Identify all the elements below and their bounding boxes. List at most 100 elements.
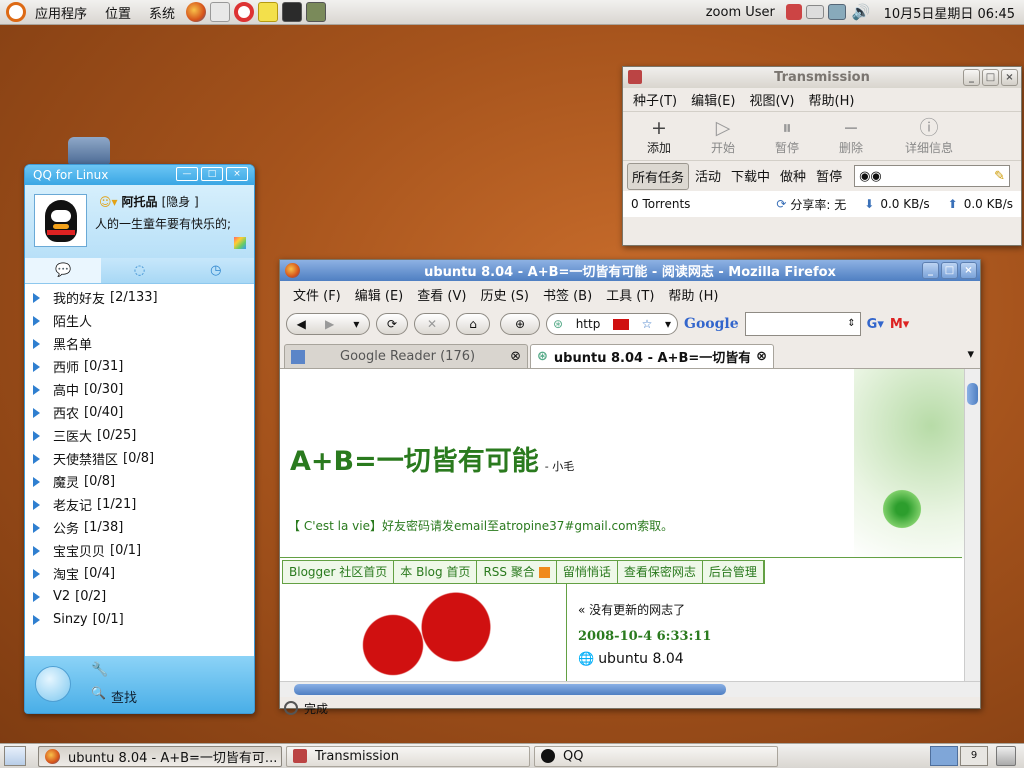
maximize-button[interactable]: □ <box>941 262 958 279</box>
menu-edit[interactable]: 编辑(E) <box>684 90 742 109</box>
ff-menu-6[interactable]: 帮助 (H) <box>661 285 725 304</box>
blog-link-5[interactable]: 后台管理 <box>703 561 764 583</box>
ff-menu-2[interactable]: 查看 (V) <box>410 285 473 304</box>
find-button[interactable]: 查找 <box>111 687 137 706</box>
blog-link-2[interactable]: RSS 聚合 <box>477 561 557 583</box>
menu-applications[interactable]: 应用程序 <box>26 3 96 22</box>
qq-titlebar[interactable]: QQ for Linux — □ × <box>25 165 254 185</box>
filter-4[interactable]: 暂停 <box>812 163 846 190</box>
task-firefox[interactable]: ubuntu 8.04 - A+B=一切皆有可... <box>38 745 282 767</box>
friend-group[interactable]: 黑名单 <box>25 332 254 355</box>
friend-group[interactable]: 高中 [0/30] <box>25 378 254 401</box>
home-button[interactable]: ⌂ <box>456 313 490 335</box>
search-input[interactable]: ⇕ <box>744 312 861 336</box>
horizontal-scrollbar[interactable] <box>280 681 980 697</box>
hscroll-thumb[interactable] <box>294 684 726 695</box>
show-desktop-button[interactable] <box>4 746 26 766</box>
qq-main-menu-button[interactable] <box>35 666 71 702</box>
filter-3[interactable]: 做种 <box>776 163 810 190</box>
tab-close-icon[interactable]: ⊗ <box>756 349 767 364</box>
tab-recent-icon[interactable]: ◷ <box>178 258 254 283</box>
friend-group[interactable]: 魔灵 [0/8] <box>25 470 254 493</box>
friend-group[interactable]: 公务 [1/38] <box>25 516 254 539</box>
wrench-icon[interactable]: 🔧 <box>91 662 108 678</box>
tab-groups-icon[interactable]: ◌ <box>101 258 177 283</box>
filter-1[interactable]: 活动 <box>691 163 725 190</box>
url-bar[interactable]: ⊛ http ☆ ▾ <box>546 313 678 335</box>
ff-menu-4[interactable]: 书签 (B) <box>536 285 599 304</box>
tab-google-reader[interactable]: Google Reader (176) ⊗ <box>284 344 528 368</box>
vertical-scrollbar[interactable] <box>964 369 980 681</box>
clear-icon[interactable]: ✎ <box>994 169 1005 184</box>
ff-menu-3[interactable]: 历史 (S) <box>473 285 536 304</box>
close-button[interactable]: × <box>1001 69 1018 86</box>
tab-close-icon[interactable]: ⊗ <box>510 349 521 364</box>
maximize-button[interactable]: □ <box>982 69 999 86</box>
qq-avatar[interactable] <box>34 194 87 247</box>
menu-places[interactable]: 位置 <box>96 3 140 22</box>
friend-group[interactable]: 老友记 [1/21] <box>25 493 254 516</box>
reload-button[interactable]: ⟳ <box>376 313 408 335</box>
user-name[interactable]: zoom User <box>697 5 784 20</box>
notes-icon[interactable] <box>258 2 279 22</box>
back-button[interactable]: ◀ <box>297 317 306 331</box>
minimize-button[interactable]: _ <box>963 69 980 86</box>
qq-signature[interactable]: 人的一生童年要有快乐的; <box>95 215 243 232</box>
ratio-icon[interactable]: ⟳ <box>776 197 786 211</box>
google-toolbar-icon[interactable]: G▾ <box>867 317 884 332</box>
url-dropdown-icon[interactable]: ▾ <box>665 317 671 331</box>
ff-menu-5[interactable]: 工具 (T) <box>599 285 661 304</box>
ff-menu-0[interactable]: 文件 (F) <box>286 285 348 304</box>
ubuntu-logo-icon[interactable] <box>6 2 26 22</box>
friend-group[interactable]: 宝宝贝贝 [0/1] <box>25 539 254 562</box>
friend-group[interactable]: 陌生人 <box>25 309 254 332</box>
filter-2[interactable]: 下载中 <box>727 163 774 190</box>
close-button[interactable]: × <box>960 262 977 279</box>
printer-icon[interactable] <box>805 5 824 19</box>
filter-0[interactable]: 所有任务 <box>627 162 690 190</box>
scroll-thumb[interactable] <box>967 383 978 405</box>
toolbar-button-2[interactable]: ⏸ 暂停 <box>755 117 819 155</box>
qq-close-button[interactable]: × <box>226 167 248 181</box>
qq-status[interactable]: [隐身 ] <box>162 193 199 210</box>
tab-friends-icon[interactable]: 💬 <box>25 258 102 283</box>
trash-icon[interactable] <box>996 746 1016 766</box>
menu-system[interactable]: 系统 <box>140 3 184 22</box>
skin-icon[interactable] <box>234 237 246 249</box>
mail-clock-icon[interactable] <box>210 2 231 22</box>
blog-link-3[interactable]: 留悄悄话 <box>557 561 618 583</box>
tab-ubuntu-blog[interactable]: ⊛ ubuntu 8.04 - A+B=一切皆有... ⊗ <box>530 344 774 368</box>
tab-list-button[interactable]: ▾ <box>967 347 974 362</box>
workspace-2[interactable]: 9 <box>960 746 988 766</box>
ff-menu-1[interactable]: 编辑 (E) <box>348 285 411 304</box>
monitor-icon[interactable] <box>827 4 846 20</box>
drive-desktop-icon[interactable] <box>68 137 110 165</box>
friend-group[interactable]: 三医大 [0/25] <box>25 424 254 447</box>
terminal-icon[interactable] <box>282 2 303 22</box>
forward-button[interactable]: ▶ <box>325 317 334 331</box>
blog-link-4[interactable]: 查看保密网志 <box>618 561 703 583</box>
blog-link-0[interactable]: Blogger 社区首页 <box>283 561 395 583</box>
bookmark-toolbar-button[interactable]: ⊕ <box>500 313 540 335</box>
help-icon[interactable] <box>234 2 255 22</box>
menu-view[interactable]: 视图(V) <box>742 90 801 109</box>
volume-icon[interactable]: 🔊 <box>852 3 871 21</box>
qq-minimize-button[interactable]: — <box>176 167 198 181</box>
friend-group[interactable]: 淘宝 [0/4] <box>25 562 254 585</box>
friend-group[interactable]: 我的好友 [2/133] <box>25 286 254 309</box>
firefox-titlebar[interactable]: ubuntu 8.04 - A+B=一切皆有可能 - 阅读网志 - Mozill… <box>280 260 980 281</box>
menu-torrent[interactable]: 种子(T) <box>626 90 684 109</box>
workspace-1[interactable] <box>930 746 958 766</box>
firefox-launcher-icon[interactable] <box>186 2 207 22</box>
find-icon[interactable]: 🔍 <box>91 686 106 700</box>
menu-help[interactable]: 帮助(H) <box>802 90 862 109</box>
toolbar-button-3[interactable]: − 删除 <box>819 117 883 155</box>
toolbar-button-0[interactable]: + 添加 <box>627 117 691 155</box>
friend-group[interactable]: Sinzy [0/1] <box>25 608 254 631</box>
qq-maximize-button[interactable]: □ <box>201 167 223 181</box>
transmission-titlebar[interactable]: Transmission _ □ × <box>623 67 1021 88</box>
clock[interactable]: 10月5日星期日 06:45 <box>875 3 1024 22</box>
no-update-link[interactable]: « 没有更新的网志了 <box>578 601 685 618</box>
stop-button[interactable]: ✕ <box>414 313 450 335</box>
post-title[interactable]: ubuntu 8.04 <box>598 651 684 667</box>
